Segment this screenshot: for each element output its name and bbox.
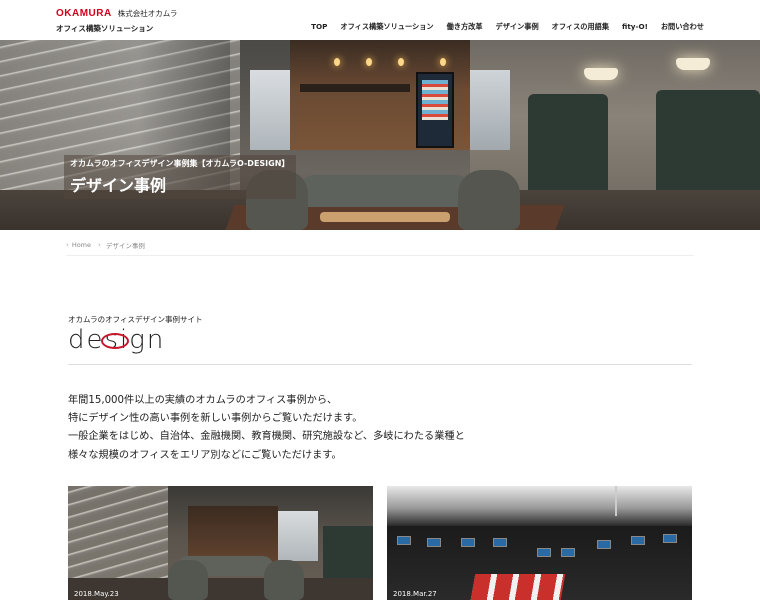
hero-sofa xyxy=(300,175,470,207)
display-screen xyxy=(397,536,411,545)
pendant-light xyxy=(398,58,404,66)
intro-text: 年間15,000件以上の実績のオカムラのオフィス事例から、 特にデザイン性の高い… xyxy=(68,392,668,465)
breadcrumb-home[interactable]: Home xyxy=(72,241,91,249)
hero-table xyxy=(320,212,450,222)
display-screen xyxy=(631,536,645,545)
card-lamp xyxy=(615,486,617,516)
display-screen xyxy=(561,548,575,557)
display-screen xyxy=(427,538,441,547)
divider xyxy=(68,364,692,365)
card-chair xyxy=(264,560,304,600)
hero-shelf xyxy=(300,84,410,92)
hero-subtitle: オカムラのオフィスデザイン事例集【オカムラO-DESIGN】 xyxy=(70,159,290,168)
card-booth xyxy=(323,526,373,586)
intro-line: 一般企業をはじめ、自治体、金融機関、教育機関、研究施設など、多岐にわたる業種と xyxy=(68,431,465,443)
logo-ring-icon xyxy=(101,333,129,349)
breadcrumb: › Home › デザイン事例 xyxy=(66,240,145,250)
card-stripe-bench xyxy=(470,574,566,600)
hero-chair xyxy=(458,170,520,230)
logo[interactable]: OKAMURA 株式会社オカムラ xyxy=(56,8,177,19)
design-logo: design xyxy=(68,324,168,356)
hero-caption: オカムラのオフィスデザイン事例集【オカムラO-DESIGN】 デザイン事例 xyxy=(64,155,296,199)
divider xyxy=(66,255,694,256)
display-screen xyxy=(537,548,551,557)
nav-item-design-cases[interactable]: デザイン事例 xyxy=(496,22,539,32)
card-chair xyxy=(168,560,208,600)
brand-logo[interactable]: OKAMURA xyxy=(56,8,112,19)
site-title[interactable]: オフィス構築ソリューション xyxy=(56,23,153,34)
breadcrumb-current: デザイン事例 xyxy=(105,242,145,250)
hero-window xyxy=(470,70,510,150)
chevron-right-icon: › xyxy=(98,241,101,249)
card-window xyxy=(278,511,318,561)
vending-machine xyxy=(416,72,454,148)
display-screen xyxy=(461,538,475,547)
pendant-light xyxy=(334,58,340,66)
ceiling-lamp xyxy=(676,58,710,70)
nav-item-workstyle-reform[interactable]: 働き方改革 xyxy=(447,22,483,32)
display-screen xyxy=(493,538,507,547)
nav-item-glossary[interactable]: オフィスの用語集 xyxy=(552,22,609,32)
page-title: デザイン事例 xyxy=(70,176,167,195)
card-ceiling xyxy=(387,486,692,526)
chevron-right-icon: › xyxy=(66,241,69,249)
pendant-light xyxy=(440,58,446,66)
corporate-name: 株式会社オカムラ xyxy=(117,9,178,18)
display-screen xyxy=(663,534,677,543)
case-card[interactable]: 2018.May.23 xyxy=(68,486,373,600)
intro-line: 年間15,000件以上の実績のオカムラのオフィス事例から、 xyxy=(68,395,338,406)
intro-line: 特にデザイン性の高い事例を新しい事例からご覧いただけます。 xyxy=(68,413,363,425)
main-nav: TOP オフィス構築ソリューション 働き方改革 デザイン事例 オフィスの用語集 … xyxy=(298,22,704,32)
nav-item-contact[interactable]: お問い合わせ xyxy=(661,22,704,32)
display-screen xyxy=(597,540,611,549)
card-date: 2018.Mar.27 xyxy=(393,590,437,598)
booth-seat xyxy=(528,94,608,204)
card-date: 2018.May.23 xyxy=(74,590,119,598)
site-header: OKAMURA 株式会社オカムラ オフィス構築ソリューション TOP オフィス構… xyxy=(0,0,760,40)
nav-item-fity-o[interactable]: fity-O! xyxy=(622,22,648,32)
nav-item-top[interactable]: TOP xyxy=(311,22,327,32)
ceiling-lamp xyxy=(584,68,618,80)
pendant-light xyxy=(366,58,372,66)
case-card[interactable]: 2018.Mar.27 xyxy=(387,486,692,600)
hero-image: オカムラのオフィスデザイン事例集【オカムラO-DESIGN】 デザイン事例 xyxy=(0,40,760,230)
nav-item-office-solution[interactable]: オフィス構築ソリューション xyxy=(340,22,433,32)
intro-line: 様々な規模のオフィスをエリア別などにご覧いただけます。 xyxy=(68,449,342,461)
